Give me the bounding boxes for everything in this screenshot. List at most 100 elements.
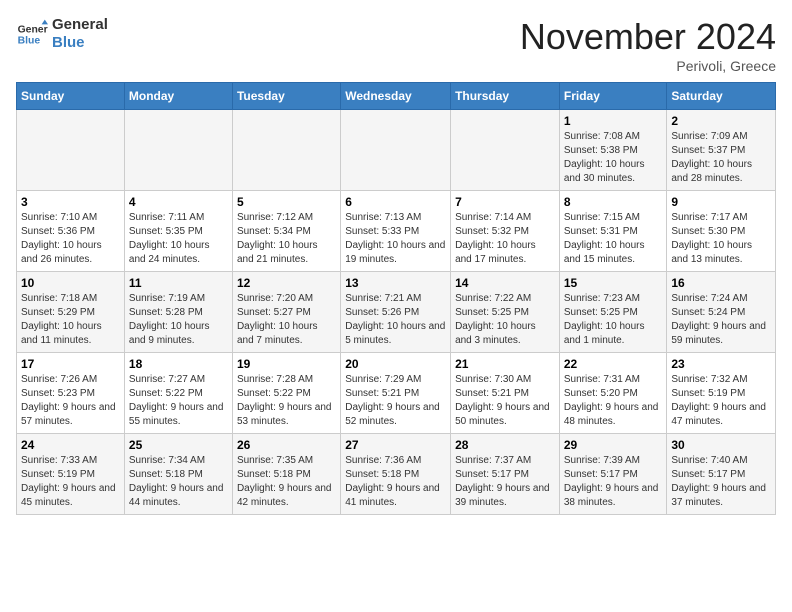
day-number: 14 <box>455 276 555 290</box>
day-info: Sunrise: 7:19 AM Sunset: 5:28 PM Dayligh… <box>129 292 228 348</box>
title-area: November 2024 Perivoli, Greece <box>520 16 776 74</box>
weekday-header: Sunday <box>17 83 125 110</box>
day-info: Sunrise: 7:24 AM Sunset: 5:24 PM Dayligh… <box>671 292 771 348</box>
calendar-week-row: 24 Sunrise: 7:33 AM Sunset: 5:19 PM Dayli… <box>17 434 776 515</box>
day-number: 7 <box>455 195 555 209</box>
day-number: 4 <box>129 195 228 209</box>
calendar-cell: 17 Sunrise: 7:26 AM Sunset: 5:23 PM Dayli… <box>17 353 125 434</box>
day-info: Sunrise: 7:40 AM Sunset: 5:17 PM Dayligh… <box>671 454 771 510</box>
day-info: Sunrise: 7:32 AM Sunset: 5:19 PM Dayligh… <box>671 373 771 429</box>
calendar-cell: 9Sunrise: 7:17 AM Sunset: 5:30 PM Daylig… <box>667 191 776 272</box>
day-info: Sunrise: 7:20 AM Sunset: 5:27 PM Dayligh… <box>237 292 336 348</box>
calendar-cell: 16Sunrise: 7:24 AM Sunset: 5:24 PM Dayli… <box>667 272 776 353</box>
calendar-cell: 1 Sunrise: 7:08 AM Sunset: 5:38 PM Daylig… <box>559 110 667 191</box>
calendar-cell: 26 Sunrise: 7:35 AM Sunset: 5:18 PM Dayli… <box>232 434 340 515</box>
calendar-cell <box>451 110 560 191</box>
day-info: Sunrise: 7:37 AM Sunset: 5:17 PM Dayligh… <box>455 454 555 510</box>
calendar-cell: 15 Sunrise: 7:23 AM Sunset: 5:25 PM Dayli… <box>559 272 667 353</box>
day-info: Sunrise: 7:12 AM Sunset: 5:34 PM Dayligh… <box>237 211 336 267</box>
day-number: 15 <box>564 276 663 290</box>
calendar-cell: 27 Sunrise: 7:36 AM Sunset: 5:18 PM Dayli… <box>341 434 451 515</box>
day-number: 29 <box>564 438 663 452</box>
day-info: Sunrise: 7:33 AM Sunset: 5:19 PM Dayligh… <box>21 454 120 510</box>
day-info: Sunrise: 7:08 AM Sunset: 5:38 PM Dayligh… <box>564 130 663 186</box>
calendar-week-row: 1 Sunrise: 7:08 AM Sunset: 5:38 PM Daylig… <box>17 110 776 191</box>
month-title: November 2024 <box>520 16 776 58</box>
day-number: 28 <box>455 438 555 452</box>
day-number: 25 <box>129 438 228 452</box>
day-info: Sunrise: 7:15 AM Sunset: 5:31 PM Dayligh… <box>564 211 663 267</box>
calendar-cell: 8 Sunrise: 7:15 AM Sunset: 5:31 PM Daylig… <box>559 191 667 272</box>
calendar-cell: 25 Sunrise: 7:34 AM Sunset: 5:18 PM Dayli… <box>124 434 232 515</box>
day-number: 1 <box>564 114 663 128</box>
calendar-cell: 3 Sunrise: 7:10 AM Sunset: 5:36 PM Daylig… <box>17 191 125 272</box>
day-info: Sunrise: 7:35 AM Sunset: 5:18 PM Dayligh… <box>237 454 336 510</box>
day-number: 24 <box>21 438 120 452</box>
day-number: 26 <box>237 438 336 452</box>
calendar-cell: 7 Sunrise: 7:14 AM Sunset: 5:32 PM Daylig… <box>451 191 560 272</box>
svg-text:Blue: Blue <box>18 36 41 47</box>
day-number: 13 <box>345 276 446 290</box>
day-info: Sunrise: 7:36 AM Sunset: 5:18 PM Dayligh… <box>345 454 446 510</box>
day-number: 17 <box>21 357 120 371</box>
calendar-cell <box>124 110 232 191</box>
day-number: 11 <box>129 276 228 290</box>
day-number: 20 <box>345 357 446 371</box>
day-number: 18 <box>129 357 228 371</box>
day-info: Sunrise: 7:09 AM Sunset: 5:37 PM Dayligh… <box>671 130 771 186</box>
day-info: Sunrise: 7:31 AM Sunset: 5:20 PM Dayligh… <box>564 373 663 429</box>
day-number: 23 <box>671 357 771 371</box>
weekday-header: Monday <box>124 83 232 110</box>
day-info: Sunrise: 7:10 AM Sunset: 5:36 PM Dayligh… <box>21 211 120 267</box>
calendar-cell: 18 Sunrise: 7:27 AM Sunset: 5:22 PM Dayli… <box>124 353 232 434</box>
day-number: 6 <box>345 195 446 209</box>
calendar-cell: 21Sunrise: 7:30 AM Sunset: 5:21 PM Dayli… <box>451 353 560 434</box>
calendar-cell: 12Sunrise: 7:20 AM Sunset: 5:27 PM Dayli… <box>232 272 340 353</box>
day-number: 2 <box>671 114 771 128</box>
calendar-cell <box>17 110 125 191</box>
day-info: Sunrise: 7:18 AM Sunset: 5:29 PM Dayligh… <box>21 292 120 348</box>
calendar-cell: 20 Sunrise: 7:29 AM Sunset: 5:21 PM Dayli… <box>341 353 451 434</box>
weekday-header: Tuesday <box>232 83 340 110</box>
calendar-week-row: 17 Sunrise: 7:26 AM Sunset: 5:23 PM Dayli… <box>17 353 776 434</box>
day-info: Sunrise: 7:22 AM Sunset: 5:25 PM Dayligh… <box>455 292 555 348</box>
day-number: 22 <box>564 357 663 371</box>
calendar-cell: 6Sunrise: 7:13 AM Sunset: 5:33 PM Daylig… <box>341 191 451 272</box>
day-info: Sunrise: 7:28 AM Sunset: 5:22 PM Dayligh… <box>237 373 336 429</box>
day-number: 3 <box>21 195 120 209</box>
day-number: 8 <box>564 195 663 209</box>
calendar-cell: 10Sunrise: 7:18 AM Sunset: 5:29 PM Dayli… <box>17 272 125 353</box>
day-number: 19 <box>237 357 336 371</box>
weekday-header-row: SundayMondayTuesdayWednesdayThursdayFrid… <box>17 83 776 110</box>
day-number: 9 <box>671 195 771 209</box>
day-info: Sunrise: 7:26 AM Sunset: 5:23 PM Dayligh… <box>21 373 120 429</box>
calendar-cell: 28 Sunrise: 7:37 AM Sunset: 5:17 PM Dayli… <box>451 434 560 515</box>
day-number: 21 <box>455 357 555 371</box>
day-info: Sunrise: 7:11 AM Sunset: 5:35 PM Dayligh… <box>129 211 228 267</box>
calendar-week-row: 3 Sunrise: 7:10 AM Sunset: 5:36 PM Daylig… <box>17 191 776 272</box>
day-info: Sunrise: 7:21 AM Sunset: 5:26 PM Dayligh… <box>345 292 446 348</box>
calendar-cell <box>232 110 340 191</box>
weekday-header: Wednesday <box>341 83 451 110</box>
day-info: Sunrise: 7:34 AM Sunset: 5:18 PM Dayligh… <box>129 454 228 510</box>
day-info: Sunrise: 7:23 AM Sunset: 5:25 PM Dayligh… <box>564 292 663 348</box>
calendar-cell: 24 Sunrise: 7:33 AM Sunset: 5:19 PM Dayli… <box>17 434 125 515</box>
calendar-week-row: 10Sunrise: 7:18 AM Sunset: 5:29 PM Dayli… <box>17 272 776 353</box>
calendar-cell: 23 Sunrise: 7:32 AM Sunset: 5:19 PM Dayli… <box>667 353 776 434</box>
day-info: Sunrise: 7:14 AM Sunset: 5:32 PM Dayligh… <box>455 211 555 267</box>
weekday-header: Friday <box>559 83 667 110</box>
svg-text:General: General <box>18 24 48 35</box>
weekday-header: Thursday <box>451 83 560 110</box>
calendar-cell: 29Sunrise: 7:39 AM Sunset: 5:17 PM Dayli… <box>559 434 667 515</box>
calendar-cell: 13 Sunrise: 7:21 AM Sunset: 5:26 PM Dayli… <box>341 272 451 353</box>
day-info: Sunrise: 7:27 AM Sunset: 5:22 PM Dayligh… <box>129 373 228 429</box>
day-info: Sunrise: 7:29 AM Sunset: 5:21 PM Dayligh… <box>345 373 446 429</box>
day-number: 5 <box>237 195 336 209</box>
day-number: 27 <box>345 438 446 452</box>
calendar-cell: 2 Sunrise: 7:09 AM Sunset: 5:37 PM Daylig… <box>667 110 776 191</box>
logo-blue: Blue <box>52 34 108 52</box>
location: Perivoli, Greece <box>520 58 776 74</box>
day-number: 30 <box>671 438 771 452</box>
calendar-cell: 19 Sunrise: 7:28 AM Sunset: 5:22 PM Dayli… <box>232 353 340 434</box>
calendar-cell: 14 Sunrise: 7:22 AM Sunset: 5:25 PM Dayli… <box>451 272 560 353</box>
